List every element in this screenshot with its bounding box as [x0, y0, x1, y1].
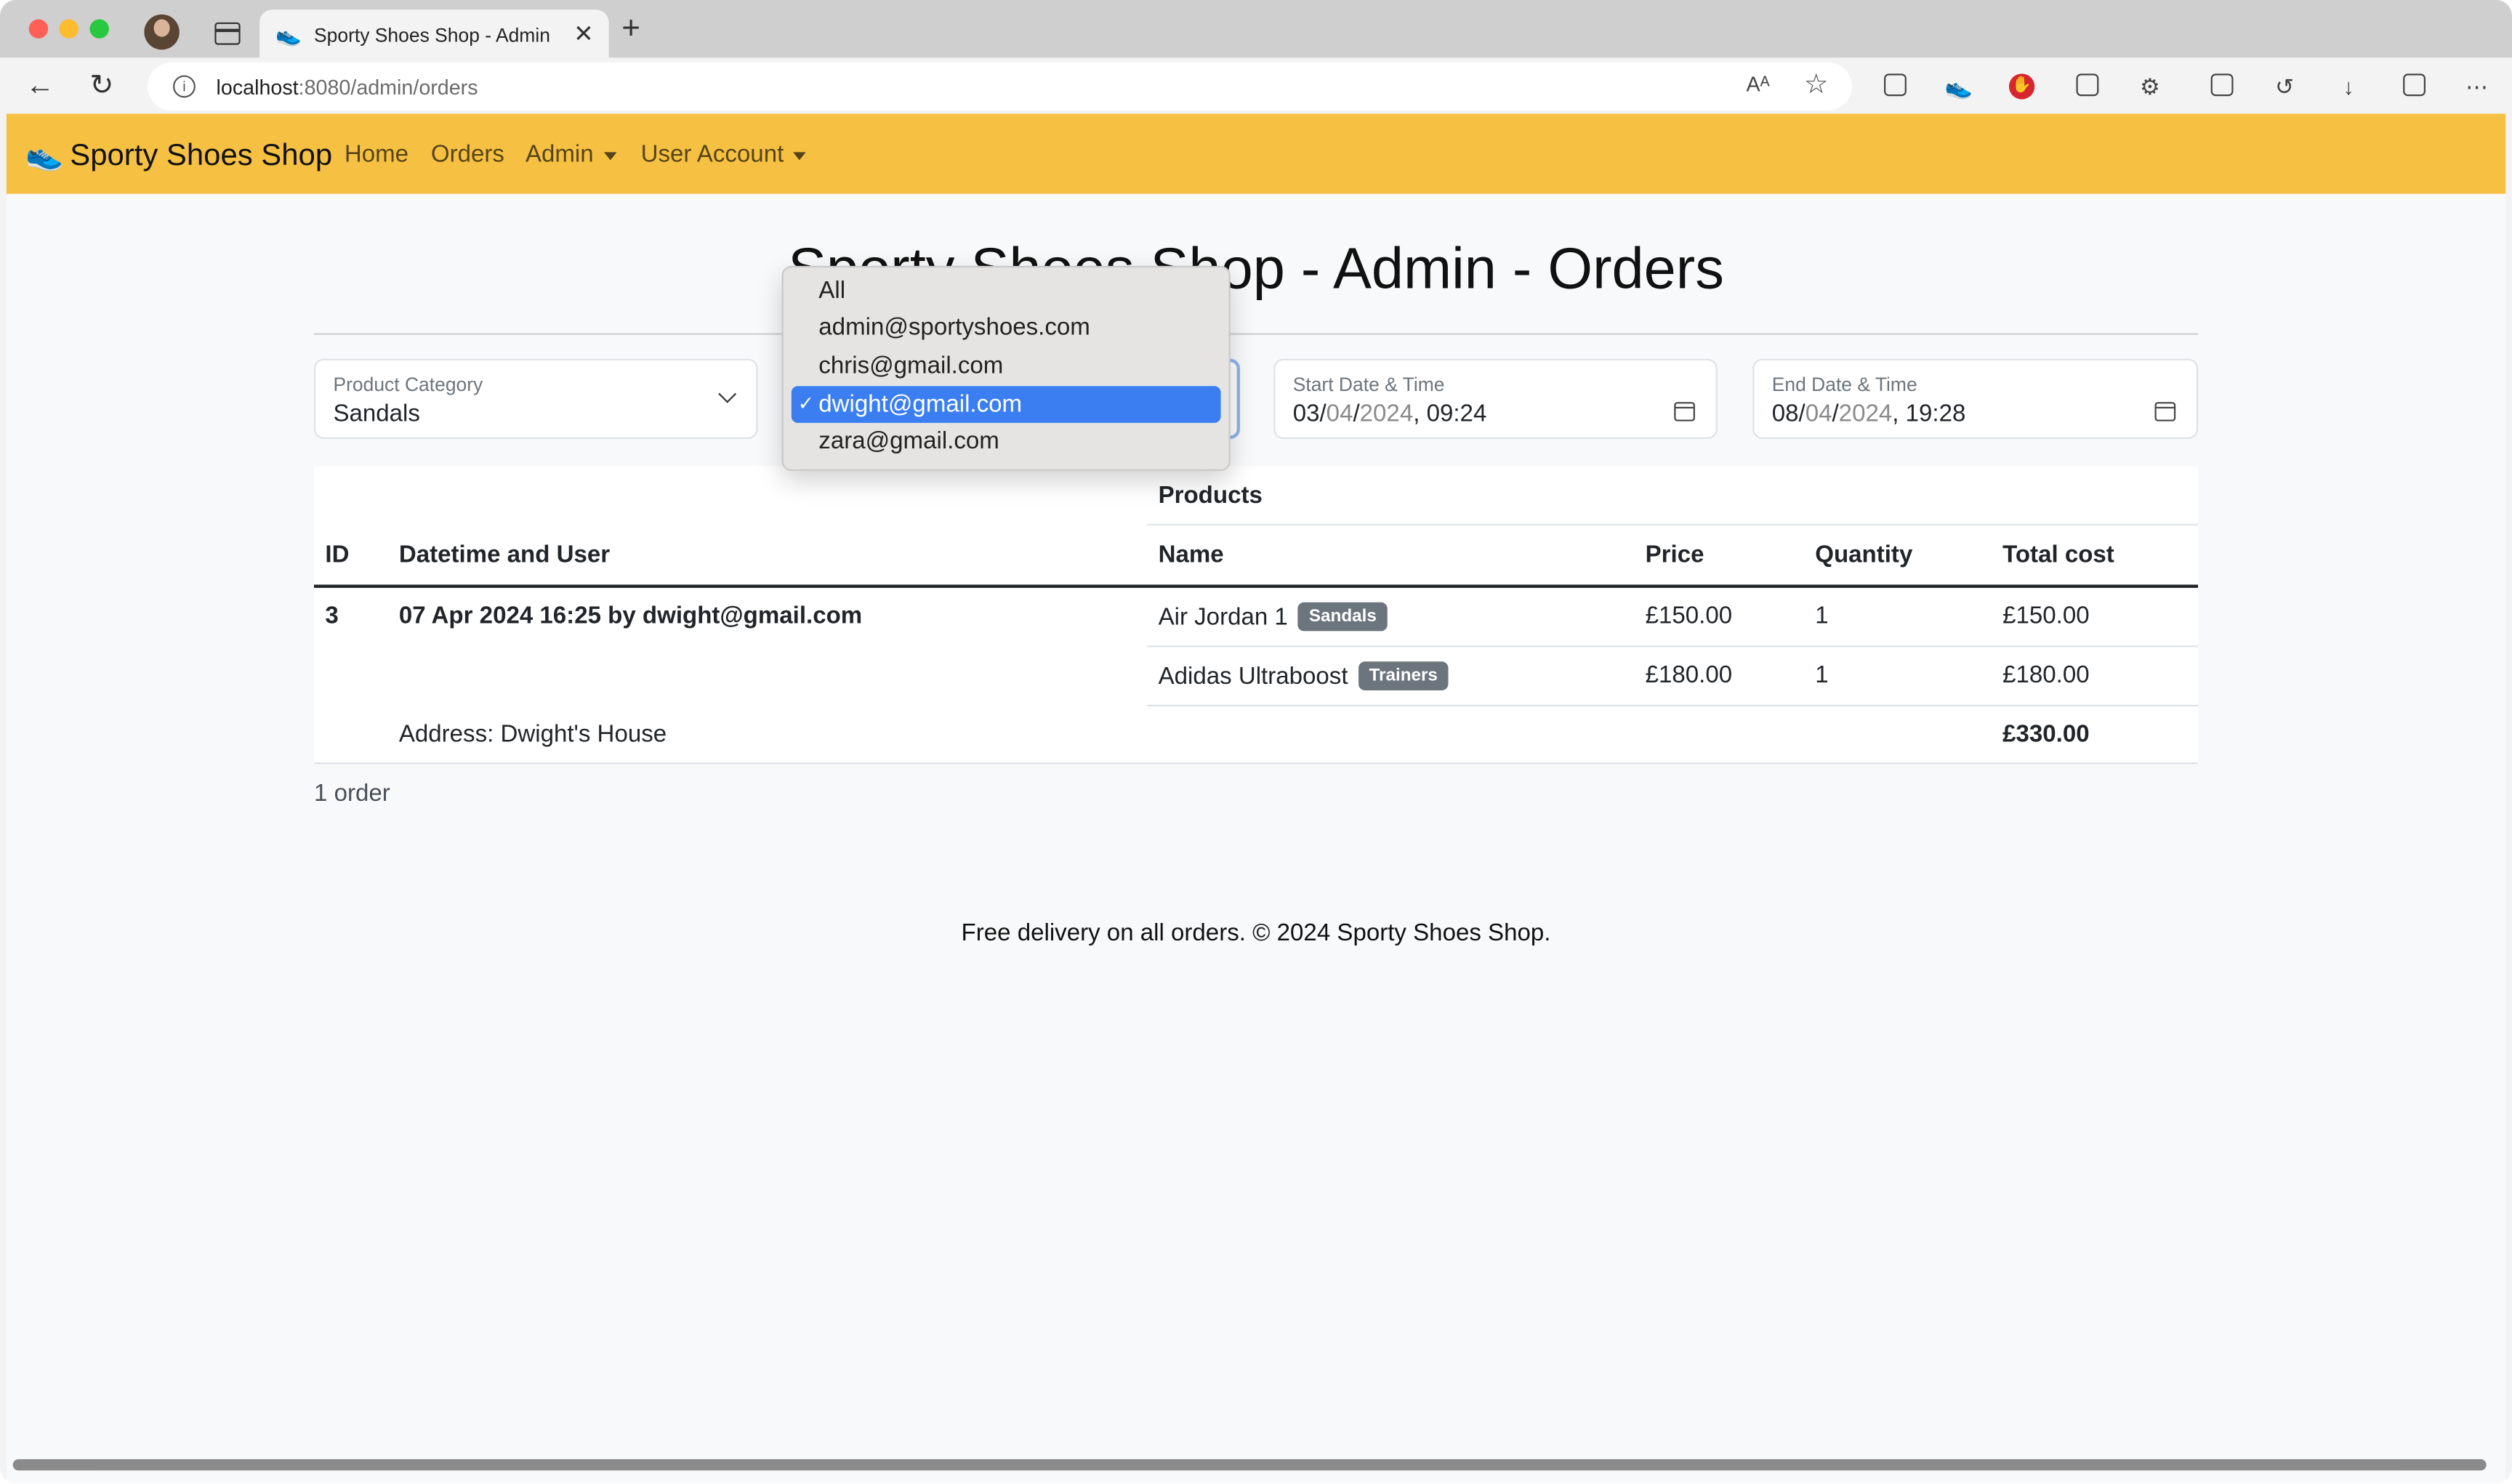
split-screen-icon[interactable] — [2210, 73, 2234, 97]
nav-orders[interactable]: Orders — [431, 141, 504, 168]
history-icon[interactable]: ↺ — [2271, 73, 2297, 99]
minimize-window-button[interactable] — [59, 19, 79, 39]
screenshot-icon[interactable] — [2403, 73, 2426, 97]
calendar-icon[interactable] — [2154, 402, 2176, 422]
back-icon[interactable]: ← — [25, 68, 55, 102]
download-icon[interactable]: ↓ — [2336, 73, 2362, 99]
user-option[interactable]: zara@gmail.com — [792, 423, 1221, 460]
divider — [1147, 645, 2199, 648]
order-count: 1 order — [314, 780, 390, 807]
divider — [314, 333, 2199, 335]
product-quantity: 1 — [1815, 661, 1829, 689]
close-tab-icon[interactable]: ✕ — [573, 19, 594, 48]
order-id: 3 — [325, 602, 339, 630]
site-navbar: 👟 Sporty Shoes Shop Home Orders Admin Use… — [6, 113, 2506, 194]
tab-title: Sporty Shoes Shop - Admin - Orders — [314, 24, 555, 47]
tab-actions-icon[interactable] — [214, 22, 241, 45]
col-header-total-cost: Total cost — [2002, 541, 2114, 569]
shoe-logo-icon: 👟 — [25, 139, 64, 174]
product-name: Adidas Ultraboost Trainers — [1159, 661, 1449, 690]
col-header-datetime-user: Datetime and User — [398, 541, 611, 569]
order-total: £330.00 — [2002, 720, 2090, 749]
read-aloud-icon[interactable]: Aᴬ — [1746, 72, 1769, 96]
products-group-header: Products — [1158, 482, 1263, 509]
product-quantity: 1 — [1815, 602, 1829, 630]
product-category-select[interactable]: Product Category Sandals — [314, 358, 758, 439]
profile-avatar[interactable] — [144, 14, 180, 50]
order-address: Address: Dwight's House — [398, 720, 667, 749]
adblock-extension-icon[interactable]: ✋ — [2008, 73, 2035, 100]
shoe-favicon-icon: 👟 — [275, 22, 302, 47]
site-footer: Free delivery on all orders. © 2024 Spor… — [961, 919, 1551, 947]
col-header-name: Name — [1158, 541, 1224, 569]
end-datetime-input[interactable]: End Date & Time 08/04/2024, 19:28 — [1752, 358, 2199, 439]
product-price: £180.00 — [1645, 661, 1733, 689]
user-option-all[interactable]: All — [792, 273, 1221, 310]
caret-down-icon — [793, 151, 807, 160]
tab-strip: 👟 Sporty Shoes Shop - Admin - Orders ✕ + — [0, 0, 2512, 58]
close-window-button[interactable] — [28, 19, 49, 39]
user-option[interactable]: chris@gmail.com — [792, 347, 1221, 384]
browser-tab[interactable]: 👟 Sporty Shoes Shop - Admin - Orders ✕ — [259, 9, 609, 58]
chevron-down-icon — [718, 384, 737, 403]
product-name: Air Jordan 1 Sandals — [1159, 602, 1388, 632]
browser-toolbar: ← ↻ i localhost:8080/admin/orders Aᴬ ☆ 👟… — [0, 57, 2512, 116]
divider — [1147, 704, 2199, 707]
user-dropdown-menu: All admin@sportyshoes.com chris@gmail.co… — [781, 265, 1231, 472]
new-tab-icon[interactable]: + — [621, 13, 640, 45]
product-total: £150.00 — [2002, 602, 2090, 630]
product-price: £150.00 — [1645, 602, 1733, 630]
field-value: Sandals — [333, 400, 420, 428]
header-divider — [314, 584, 2199, 588]
product-total: £180.00 — [2002, 661, 2090, 689]
start-datetime-input[interactable]: Start Date & Time 03/04/2024, 09:24 — [1273, 358, 1718, 439]
puzzle-extensions-icon[interactable]: ⚙ — [2137, 73, 2162, 99]
col-header-price: Price — [1645, 541, 1704, 569]
calendar-icon[interactable] — [1674, 402, 1695, 422]
more-menu-icon[interactable]: ⋯ — [2464, 73, 2489, 99]
orders-table: Products ID Datetime and User Name Price… — [314, 466, 2199, 765]
checkmark-icon: ✓ — [797, 392, 814, 415]
divider — [314, 762, 2199, 765]
category-badge: Trainers — [1358, 661, 1449, 690]
category-badge: Sandals — [1297, 602, 1388, 632]
field-value: 03/04/2024, 09:24 — [1292, 400, 1487, 428]
browser-window: 👟 Sporty Shoes Shop - Admin - Orders ✕ +… — [0, 0, 2512, 1483]
nav-user-account-dropdown[interactable]: User Account — [641, 141, 807, 168]
order-datetime-user: 07 Apr 2024 16:25 by dwight@gmail.com — [398, 602, 863, 630]
url-text[interactable]: localhost:8080/admin/orders — [217, 76, 478, 100]
user-option[interactable]: admin@sportyshoes.com — [792, 309, 1221, 346]
shoe-extension-icon[interactable]: 👟 — [1945, 73, 1973, 99]
web-page: 👟 Sporty Shoes Shop Home Orders Admin Use… — [6, 113, 2506, 1483]
favorite-star-icon[interactable]: ☆ — [1804, 69, 1829, 101]
page-title: Sporty Shoes Shop - Admin - Orders — [788, 235, 1724, 302]
field-label: Start Date & Time — [1292, 373, 1445, 396]
field-label: Product Category — [333, 373, 483, 396]
divider — [1147, 523, 2199, 525]
nav-home[interactable]: Home — [345, 141, 408, 168]
col-header-id: ID — [325, 541, 350, 569]
brand-link[interactable]: 👟 Sporty Shoes Shop — [25, 136, 332, 174]
maximize-window-button[interactable] — [89, 19, 109, 39]
horizontal-scrollbar[interactable] — [12, 1459, 2487, 1471]
address-bar[interactable]: i localhost:8080/admin/orders Aᴬ ☆ — [147, 62, 1852, 111]
field-label: End Date & Time — [1771, 373, 1917, 396]
extension-icon[interactable] — [2076, 73, 2099, 97]
col-header-quantity: Quantity — [1815, 541, 1913, 569]
field-value: 08/04/2024, 19:28 — [1771, 400, 1966, 428]
nav-admin-dropdown[interactable]: Admin — [526, 141, 616, 168]
user-option-selected[interactable]: ✓ dwight@gmail.com — [791, 386, 1221, 423]
reload-icon[interactable]: ↻ — [89, 68, 113, 102]
qr-code-icon[interactable] — [1884, 73, 1907, 97]
caret-down-icon — [603, 151, 616, 160]
info-icon[interactable]: i — [173, 75, 196, 98]
